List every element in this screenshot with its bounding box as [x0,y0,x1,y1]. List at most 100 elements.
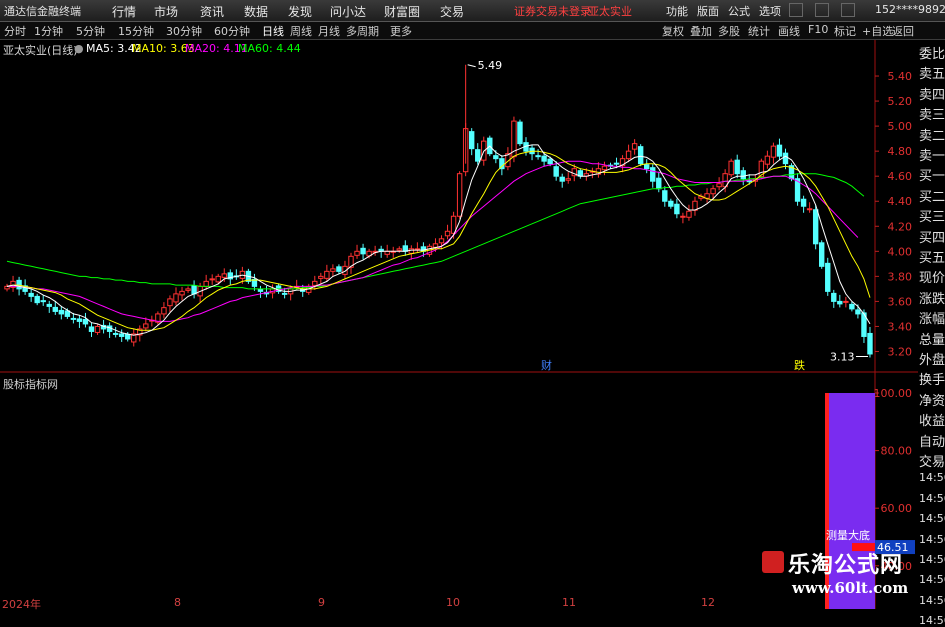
btn-duogu[interactable]: 多股 [718,23,740,39]
tab-fenshi[interactable]: 分时 [4,23,26,39]
side-label-1: 卖五 [919,67,945,83]
login-warning[interactable]: 证券交易未登录 [514,3,591,19]
menu-shuju[interactable]: 数据 [244,3,268,20]
candle-body [831,292,837,302]
candle-body [88,326,95,332]
user-account[interactable]: 152****9892 [875,3,945,16]
candle-body [867,332,873,355]
watermark-logo-icon [762,551,784,573]
tab-multi-period[interactable]: 多周期 [346,23,379,39]
candle-body [94,325,101,333]
candle-body [613,162,620,165]
x-axis-label: 12 [701,596,715,609]
tab-weekly[interactable]: 周线 [290,23,312,39]
side-label-12: 涨跌 [919,291,945,307]
ma60-line [6,173,865,290]
btn-tongji[interactable]: 统计 [748,23,770,39]
period-toolbar: 分时 1分钟 5分钟 15分钟 30分钟 60分钟 日线 周线 月线 多周期 更… [0,22,945,40]
menu-gongshi[interactable]: 公式 [728,3,750,19]
candle-body [40,300,46,303]
y-tick-label: 3.20 [888,345,913,358]
sub-y-tick-label: 100.00 [874,387,913,400]
indicator-title: 股标指标网 [3,378,58,391]
tab-5min[interactable]: 5分钟 [76,23,105,39]
candle-body [716,183,722,188]
menu-gongneng[interactable]: 功能 [666,3,688,19]
candle-body [843,300,849,303]
tab-30min[interactable]: 30分钟 [166,23,202,39]
candle-body [541,155,547,162]
candle-body [191,285,197,295]
side-label-15: 外盘 [919,353,945,368]
candle-body [849,303,855,310]
menu-jiaoyi[interactable]: 交易 [440,3,464,20]
btn-huaxian[interactable]: 画线 [778,23,800,39]
side-label-28: 14:56 [919,614,945,627]
menu-wenxiaoda[interactable]: 问小达 [330,3,366,20]
candle-body [559,176,565,182]
x-axis-label: 8 [174,596,181,609]
ma5-line [6,144,871,336]
y-tick-label: 4.20 [888,220,913,233]
candle-body [46,303,52,307]
side-label-22: 14:56 [919,491,945,505]
menu-xuanxiang[interactable]: 选项 [759,3,781,19]
y-tick-label: 3.60 [888,295,913,308]
candle-body [112,332,119,335]
y-tick-label: 4.40 [888,195,913,208]
candle-body [221,273,227,278]
x-axis-label: 11 [562,596,576,609]
candle-body [52,306,58,312]
side-label-9: 买四 [919,230,945,246]
menu-caifuquan[interactable]: 财富圈 [384,3,420,20]
candle-body [125,333,131,340]
btn-diejia[interactable]: 叠加 [690,23,712,39]
menu-shichang[interactable]: 市场 [154,3,178,20]
candle-body [493,155,499,160]
candle-body [408,248,415,254]
side-label-2: 卖四 [919,87,945,103]
candle-body [468,131,475,150]
candle-body [650,167,656,182]
menu-faxian[interactable]: 发现 [288,3,312,20]
tab-more[interactable]: 更多 [390,23,412,39]
sub-y-tick-label: 80.00 [881,445,913,458]
x-axis-label: 9 [318,596,325,609]
app-title: 通达信金融终端 [4,5,81,18]
window-mode-icon[interactable] [789,3,803,17]
candle-body [354,250,360,256]
drop-marker: 跌 [794,358,805,372]
candle-body [855,309,861,315]
x-axis-label: 2024年 [2,598,41,611]
message-icon[interactable] [815,3,829,17]
side-label-20: 交易 [919,455,945,470]
candle-body [64,310,71,317]
tab-1min[interactable]: 1分钟 [34,23,63,39]
menu-banmian[interactable]: 版面 [697,3,719,19]
tab-60min[interactable]: 60分钟 [214,23,250,39]
tab-15min[interactable]: 15分钟 [118,23,154,39]
y-tick-label: 5.20 [888,95,913,108]
candle-body [746,180,752,183]
side-label-3: 卖三 [919,108,945,124]
btn-biaoji[interactable]: 标记 [834,23,856,39]
candle-body [825,262,831,292]
menu-zixun[interactable]: 资讯 [200,3,224,20]
candle-body [82,318,89,325]
candle-body [161,307,167,315]
tab-monthly[interactable]: 月线 [318,23,340,39]
side-label-27: 14:56 [919,593,945,607]
candlestick-chart[interactable]: 5.40 5.20 5.00 4.80 4.60 4.40 4.20 4.00 3.80 3.60… [0,40,918,373]
btn-add-favorite[interactable]: +自选 [862,23,893,39]
dropdown-icon[interactable] [841,3,855,17]
side-label-18: 收益 [919,414,945,430]
btn-f10[interactable]: F10 [808,23,828,36]
candle-body [800,198,807,207]
btn-fuquan[interactable]: 复权 [662,23,684,39]
candle-body [143,323,149,329]
btn-back[interactable]: 返回 [892,23,914,39]
candle-body [535,155,541,158]
menu-hangqing[interactable]: 行情 [112,3,136,20]
tab-daily[interactable]: 日线 [262,23,284,39]
candle-body [438,238,445,244]
